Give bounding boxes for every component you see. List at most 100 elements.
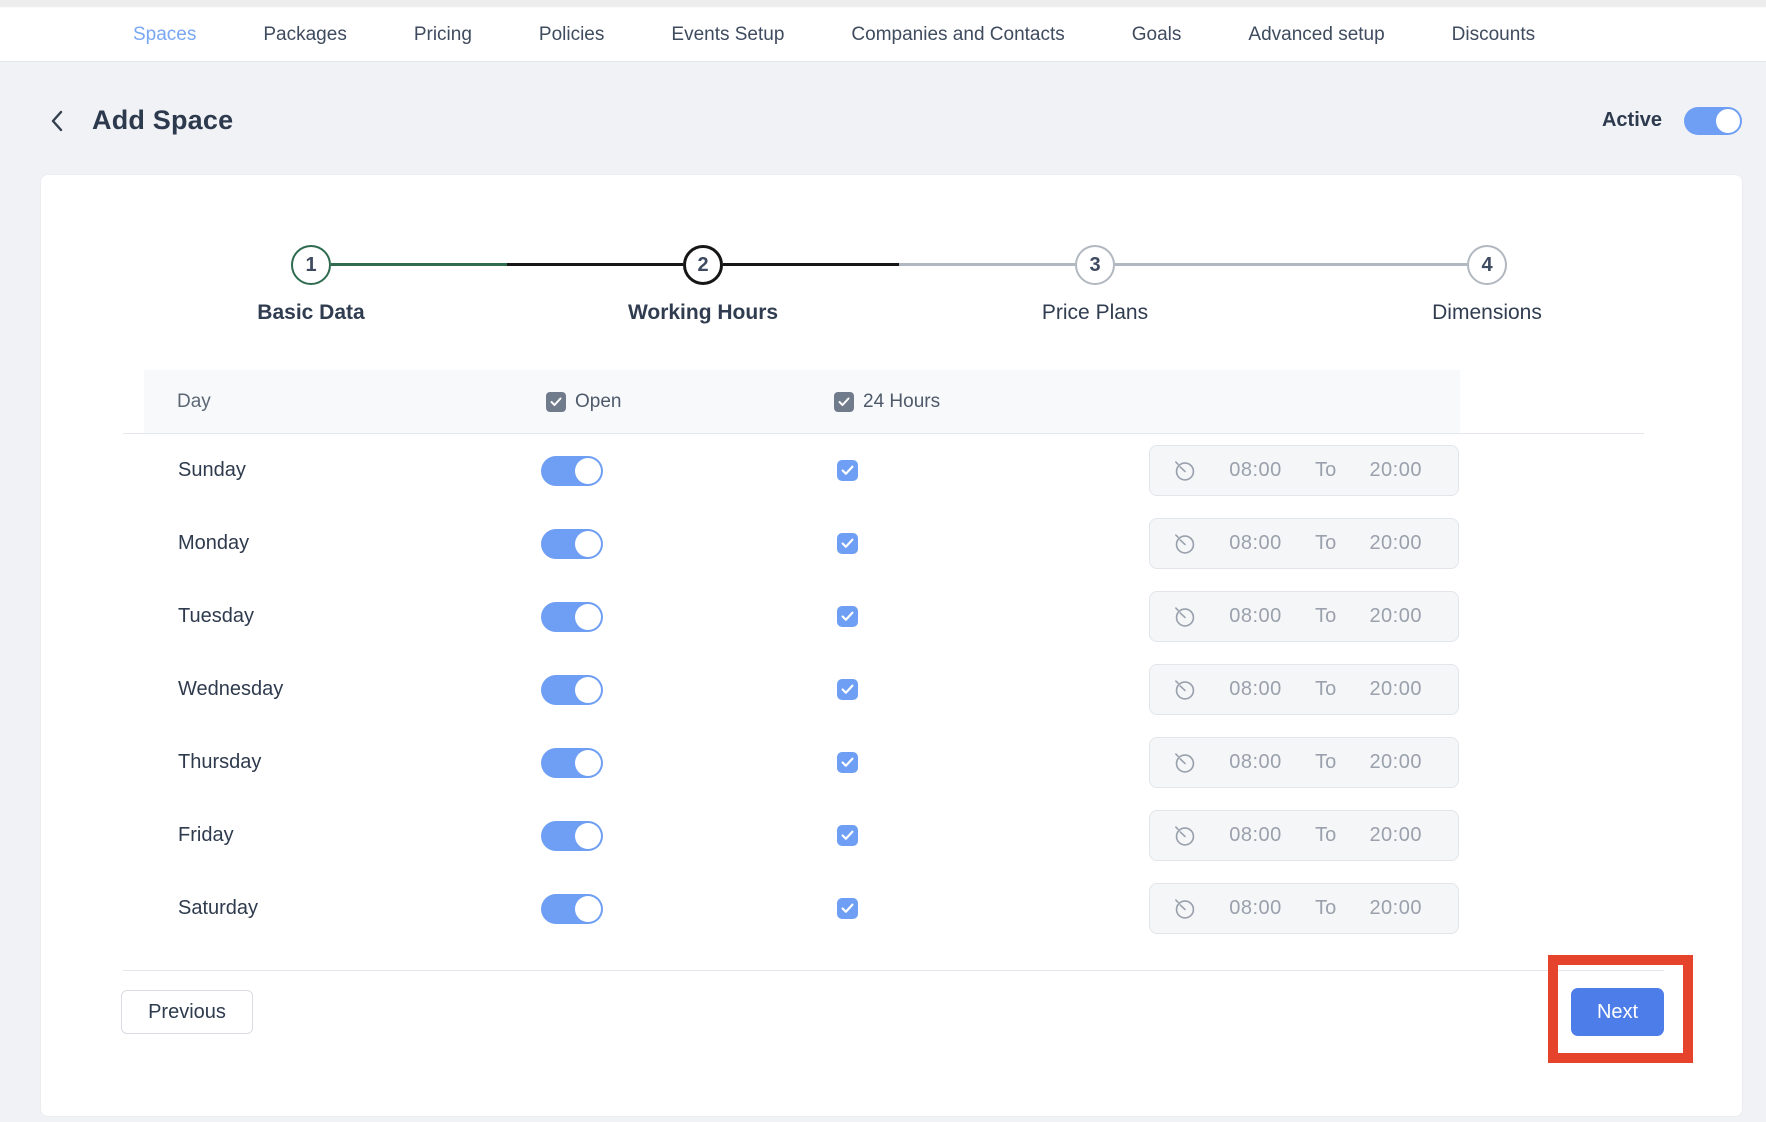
nav-item-goals[interactable]: Goals bbox=[1132, 24, 1182, 46]
all-day-all-checkbox[interactable] bbox=[834, 392, 854, 412]
toggle-knob bbox=[575, 823, 601, 849]
previous-button[interactable]: Previous bbox=[121, 990, 253, 1034]
time-range-input[interactable]: 08:00 To 20:00 bbox=[1149, 445, 1459, 496]
time-range-input[interactable]: 08:00 To 20:00 bbox=[1149, 664, 1459, 715]
stepper-segment-active-right bbox=[723, 263, 899, 266]
next-button[interactable]: Next bbox=[1571, 988, 1664, 1036]
checkmark-icon bbox=[841, 903, 854, 914]
clock-icon bbox=[1173, 605, 1196, 628]
column-header-open: Open bbox=[575, 391, 621, 413]
checkmark-icon bbox=[841, 684, 854, 695]
time-to[interactable]: 20:00 bbox=[1369, 459, 1422, 482]
open-all-checkbox[interactable] bbox=[546, 392, 566, 412]
open-toggle[interactable] bbox=[541, 602, 603, 632]
time-from[interactable]: 08:00 bbox=[1229, 459, 1282, 482]
day-label: Wednesday bbox=[178, 678, 541, 701]
wizard-stepper: 1 2 3 4 bbox=[115, 245, 1683, 285]
time-from[interactable]: 08:00 bbox=[1229, 751, 1282, 774]
time-to[interactable]: 20:00 bbox=[1369, 605, 1422, 628]
open-toggle[interactable] bbox=[541, 748, 603, 778]
open-toggle[interactable] bbox=[541, 675, 603, 705]
time-to[interactable]: 20:00 bbox=[1369, 897, 1422, 920]
step-circle-2[interactable]: 2 bbox=[683, 245, 723, 285]
time-range-input[interactable]: 08:00 To 20:00 bbox=[1149, 883, 1459, 934]
table-row-monday: Monday 08:00 To 20:00 bbox=[121, 507, 1664, 580]
time-to[interactable]: 20:00 bbox=[1369, 824, 1422, 847]
time-to-label: To bbox=[1315, 605, 1336, 628]
24-hours-checkbox[interactable] bbox=[837, 679, 858, 700]
time-range-input[interactable]: 08:00 To 20:00 bbox=[1149, 810, 1459, 861]
time-range-input[interactable]: 08:00 To 20:00 bbox=[1149, 518, 1459, 569]
footer-divider bbox=[123, 970, 1664, 971]
24-hours-checkbox[interactable] bbox=[837, 752, 858, 773]
time-to-label: To bbox=[1315, 459, 1336, 482]
step-label-dimensions: Dimensions bbox=[1291, 301, 1683, 325]
nav-item-packages[interactable]: Packages bbox=[263, 24, 346, 46]
nav-item-events-setup[interactable]: Events Setup bbox=[671, 24, 784, 46]
table-row-sunday: Sunday 08:00 To 20:00 bbox=[121, 434, 1664, 507]
nav-item-advanced-setup[interactable]: Advanced setup bbox=[1248, 24, 1384, 46]
step-circle-4[interactable]: 4 bbox=[1467, 245, 1507, 285]
time-from[interactable]: 08:00 bbox=[1229, 824, 1282, 847]
time-range-input[interactable]: 08:00 To 20:00 bbox=[1149, 591, 1459, 642]
table-row-tuesday: Tuesday 08:00 To 20:00 bbox=[121, 580, 1664, 653]
top-navbar: Spaces Packages Pricing Policies Events … bbox=[0, 8, 1766, 62]
open-toggle[interactable] bbox=[541, 894, 603, 924]
time-to-label: To bbox=[1315, 824, 1336, 847]
day-label: Friday bbox=[178, 824, 541, 847]
time-to[interactable]: 20:00 bbox=[1369, 678, 1422, 701]
wizard-footer: Previous Next bbox=[121, 988, 1664, 1036]
open-toggle[interactable] bbox=[541, 456, 603, 486]
step-circle-1[interactable]: 1 bbox=[291, 245, 331, 285]
time-from[interactable]: 08:00 bbox=[1229, 605, 1282, 628]
nav-item-spaces[interactable]: Spaces bbox=[133, 24, 196, 46]
table-row-saturday: Saturday 08:00 To 20:00 bbox=[121, 872, 1664, 945]
nav-item-pricing[interactable]: Pricing bbox=[414, 24, 472, 46]
nav-item-companies-and-contacts[interactable]: Companies and Contacts bbox=[851, 24, 1064, 46]
24-hours-checkbox[interactable] bbox=[837, 825, 858, 846]
24-hours-checkbox[interactable] bbox=[837, 898, 858, 919]
time-from[interactable]: 08:00 bbox=[1229, 532, 1282, 555]
time-to[interactable]: 20:00 bbox=[1369, 532, 1422, 555]
time-range-input[interactable]: 08:00 To 20:00 bbox=[1149, 737, 1459, 788]
checkmark-icon bbox=[841, 830, 854, 841]
checkmark-icon bbox=[841, 757, 854, 768]
add-space-card: 1 2 3 4 Basic Data Working Hours Price P… bbox=[40, 174, 1743, 1117]
time-to[interactable]: 20:00 bbox=[1369, 751, 1422, 774]
table-row-friday: Friday 08:00 To 20:00 bbox=[121, 799, 1664, 872]
24-hours-checkbox[interactable] bbox=[837, 460, 858, 481]
24-hours-checkbox[interactable] bbox=[837, 606, 858, 627]
time-from[interactable]: 08:00 bbox=[1229, 678, 1282, 701]
column-header-day: Day bbox=[177, 391, 546, 413]
time-to-label: To bbox=[1315, 751, 1336, 774]
day-label: Saturday bbox=[178, 897, 541, 920]
24-hours-checkbox[interactable] bbox=[837, 533, 858, 554]
clock-icon bbox=[1173, 897, 1196, 920]
open-toggle[interactable] bbox=[541, 821, 603, 851]
time-from[interactable]: 08:00 bbox=[1229, 897, 1282, 920]
stepper-segment-completed bbox=[331, 263, 507, 266]
table-row-wednesday: Wednesday 08:00 To 20:00 bbox=[121, 653, 1664, 726]
back-button[interactable] bbox=[48, 108, 66, 134]
day-label: Sunday bbox=[178, 459, 541, 482]
stepper-segment-upcoming-1 bbox=[899, 263, 1075, 266]
step-circle-3[interactable]: 3 bbox=[1075, 245, 1115, 285]
active-toggle[interactable] bbox=[1684, 107, 1742, 135]
open-toggle[interactable] bbox=[541, 529, 603, 559]
working-hours-table: Day Open 24 Hours Sunday 08:00 bbox=[121, 370, 1664, 1036]
time-to-label: To bbox=[1315, 897, 1336, 920]
toggle-knob bbox=[575, 750, 601, 776]
toggle-knob bbox=[575, 896, 601, 922]
stepper-segment-active-left bbox=[507, 263, 683, 266]
nav-item-policies[interactable]: Policies bbox=[539, 24, 604, 46]
stepper-segment-upcoming-2 bbox=[1115, 263, 1467, 266]
clock-icon bbox=[1173, 824, 1196, 847]
window-top-strip bbox=[0, 0, 1766, 8]
toggle-knob bbox=[575, 531, 601, 557]
nav-item-discounts[interactable]: Discounts bbox=[1452, 24, 1535, 46]
chevron-left-icon bbox=[50, 109, 64, 133]
checkmark-icon bbox=[550, 397, 562, 407]
step-label-working-hours: Working Hours bbox=[507, 301, 899, 325]
checkmark-icon bbox=[838, 397, 850, 407]
checkmark-icon bbox=[841, 465, 854, 476]
